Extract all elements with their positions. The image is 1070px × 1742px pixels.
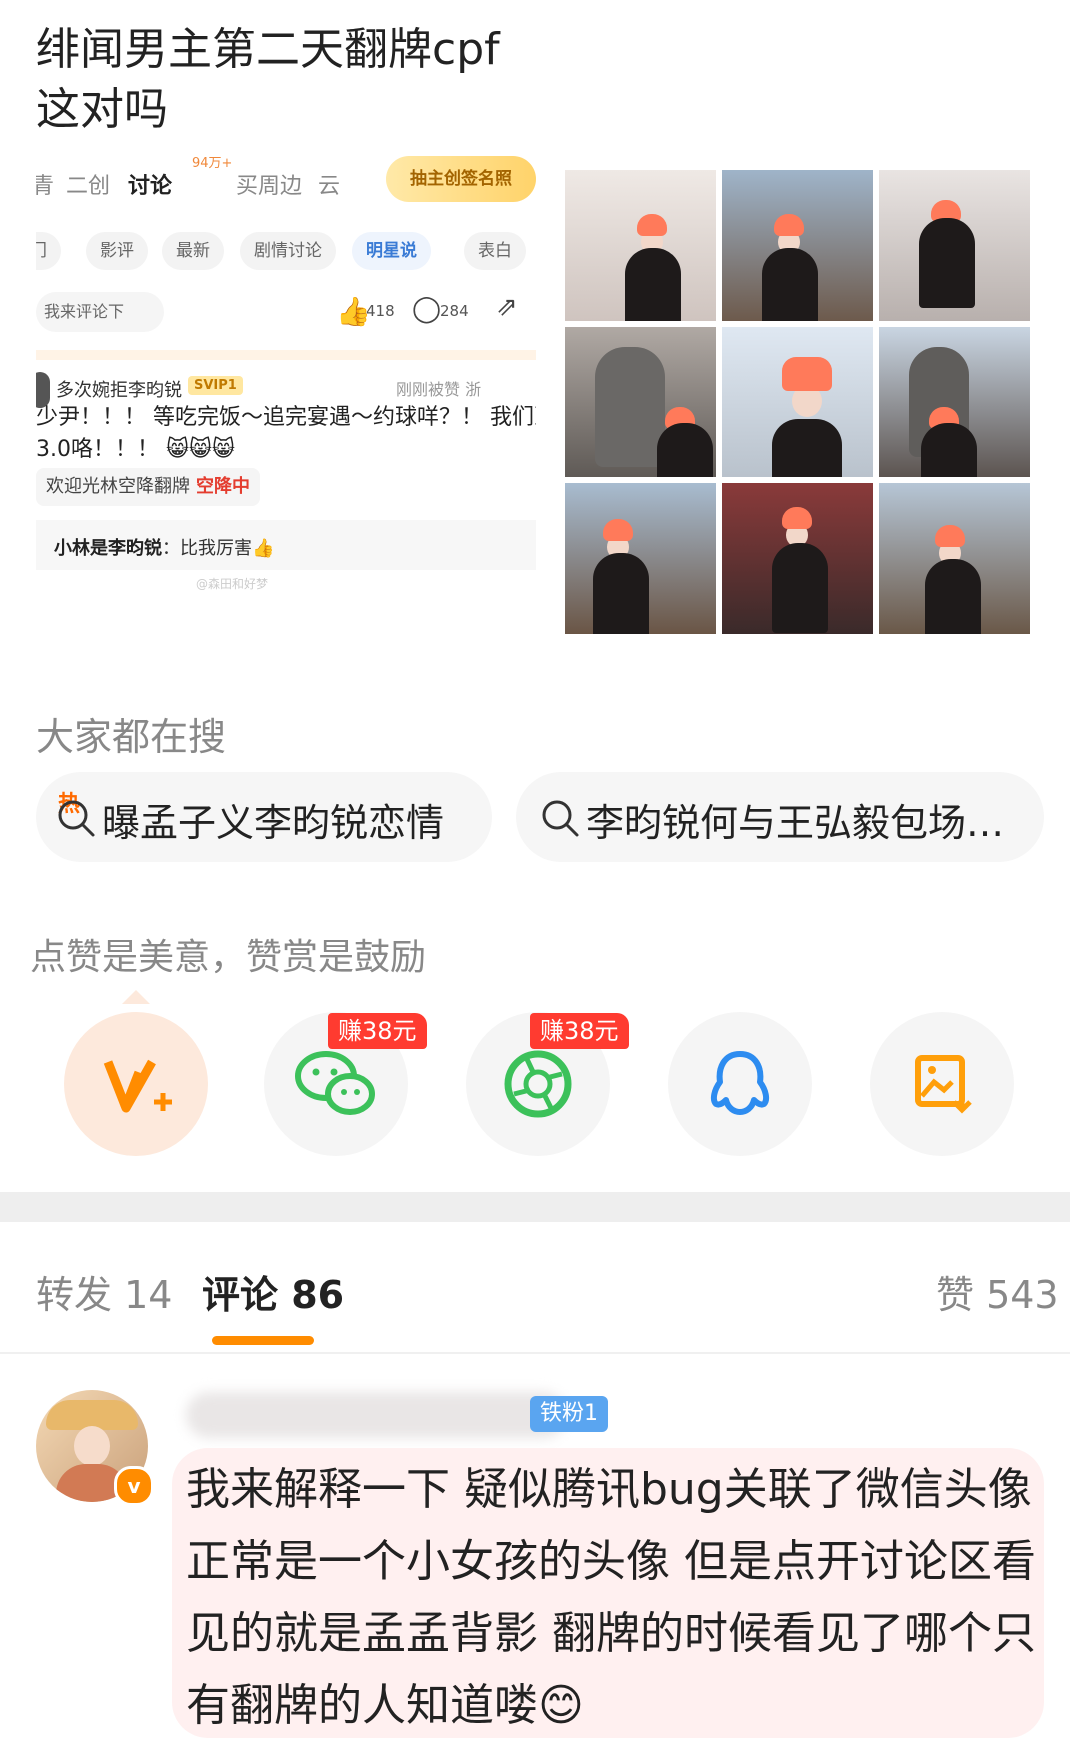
comment-input[interactable]: 我来评论下 xyxy=(36,292,164,332)
embed-chip[interactable]: 剧情讨论 xyxy=(240,232,336,270)
embed-tab-active[interactable]: 讨论 xyxy=(128,168,172,200)
welcome-label: 欢迎光林空降翻牌 xyxy=(46,476,190,497)
embed-chip[interactable]: 影评 xyxy=(86,232,148,270)
comment-username[interactable]: 多次婉拒李昀锐 xyxy=(56,376,182,402)
embed-chip-selected[interactable]: 明星说 xyxy=(352,232,431,270)
earn-tag: 赚38元 xyxy=(530,1013,629,1049)
photo[interactable] xyxy=(565,170,716,321)
watermark: @森田和好梦 xyxy=(196,577,269,591)
reward-prompt: 点赞是美意，赞赏是鼓励 xyxy=(30,937,427,978)
photo[interactable] xyxy=(722,326,873,478)
comment-text: 少尹！！！ 等吃完饭～追完宴遇～约球咩？！ 我们到3.0咯！！！ 😸😸😸 xyxy=(36,405,536,462)
embed-chip[interactable]: 表白 xyxy=(464,232,526,270)
save-image-button[interactable] xyxy=(870,1012,1014,1156)
tab-comment[interactable]: 评论 86 xyxy=(202,1264,344,1319)
search-icon xyxy=(542,800,579,837)
photo[interactable] xyxy=(879,326,1030,478)
draw-sign-button[interactable]: 抽主创签名照 xyxy=(386,156,536,202)
reply-username[interactable]: 小林是李昀锐 xyxy=(54,538,162,559)
save-image-icon xyxy=(870,1012,1014,1156)
embed-chip[interactable]: 最新 xyxy=(162,232,224,270)
divider xyxy=(36,350,536,360)
embed-tab[interactable]: 云 xyxy=(318,168,340,200)
search-suggestion[interactable]: 李昀锐何与王弘毅包场… xyxy=(516,772,1044,862)
search-icon xyxy=(58,800,95,837)
post-title: 绯闻男主第二天翻牌cpf 这对吗 xyxy=(36,20,596,140)
qq-icon xyxy=(668,1012,812,1156)
photo[interactable] xyxy=(879,483,1030,634)
photo-grid xyxy=(565,170,1030,634)
photo[interactable] xyxy=(722,170,873,321)
reply: 小林是李昀锐：比我厉害👍 xyxy=(54,538,275,559)
share-icon[interactable]: ⇗ xyxy=(496,292,518,322)
search-suggestion-text: 曝孟子义李昀锐恋情 xyxy=(102,801,445,845)
photo[interactable] xyxy=(879,170,1030,321)
embed-tab[interactable]: 二创 xyxy=(66,168,110,200)
tab-repost[interactable]: 转发 14 xyxy=(36,1264,172,1319)
verified-badge: v xyxy=(114,1466,154,1506)
reward-pointer xyxy=(122,990,150,1004)
post-title-line2: 这对吗 xyxy=(36,84,168,135)
photo[interactable] xyxy=(565,326,716,478)
welcome-chip[interactable]: 欢迎光林空降翻牌 空降中 xyxy=(36,468,260,506)
search-heading: 大家都在搜 xyxy=(36,715,227,759)
search-suggestion[interactable]: 热 曝孟子义李昀锐恋情 xyxy=(36,772,492,862)
tab-hot-count: 94万+ xyxy=(192,156,233,171)
photo[interactable] xyxy=(722,483,873,634)
reward-button[interactable] xyxy=(64,1012,208,1156)
earn-tag: 赚38元 xyxy=(328,1013,427,1049)
search-suggestion-text: 李昀锐何与王弘毅包场… xyxy=(586,801,1005,845)
reply-text: 比我厉害👍 xyxy=(180,538,275,559)
vip-plus-icon xyxy=(64,1012,208,1156)
embed-tab[interactable]: 青 xyxy=(36,168,54,200)
photo[interactable] xyxy=(565,483,716,634)
divider xyxy=(0,1352,1070,1354)
fan-badge: 铁粉1 xyxy=(530,1396,608,1432)
airdrop-tag: 空降中 xyxy=(196,476,250,497)
embedded-screenshot: 青 二创 讨论 买周边 云 94万+ 抽主创签名照 门 影评 最新 剧情讨论 明… xyxy=(36,150,536,640)
svip-badge: SVIP1 xyxy=(188,376,243,395)
comment-meta: 刚刚被赞 浙 xyxy=(396,380,482,399)
embed-chip[interactable]: 门 xyxy=(36,232,61,270)
active-tab-indicator xyxy=(212,1336,314,1345)
tab-likes[interactable]: 赞 543 xyxy=(936,1264,1059,1319)
username-blurred[interactable] xyxy=(186,1392,566,1438)
share-qq-button[interactable] xyxy=(668,1012,812,1156)
post-title-line1: 绯闻男主第二天翻牌cpf xyxy=(36,24,500,75)
comment-count: 284 xyxy=(440,302,469,320)
like-count: 418 xyxy=(366,302,395,320)
comment-icon[interactable]: ◯ xyxy=(412,294,441,324)
comment-text: 我来解释一下 疑似腾讯bug关联了微信头像 正常是一个小女孩的头像 但是点开讨论… xyxy=(186,1464,1036,1731)
section-divider xyxy=(0,1192,1070,1222)
embed-tab[interactable]: 买周边 xyxy=(236,168,302,200)
